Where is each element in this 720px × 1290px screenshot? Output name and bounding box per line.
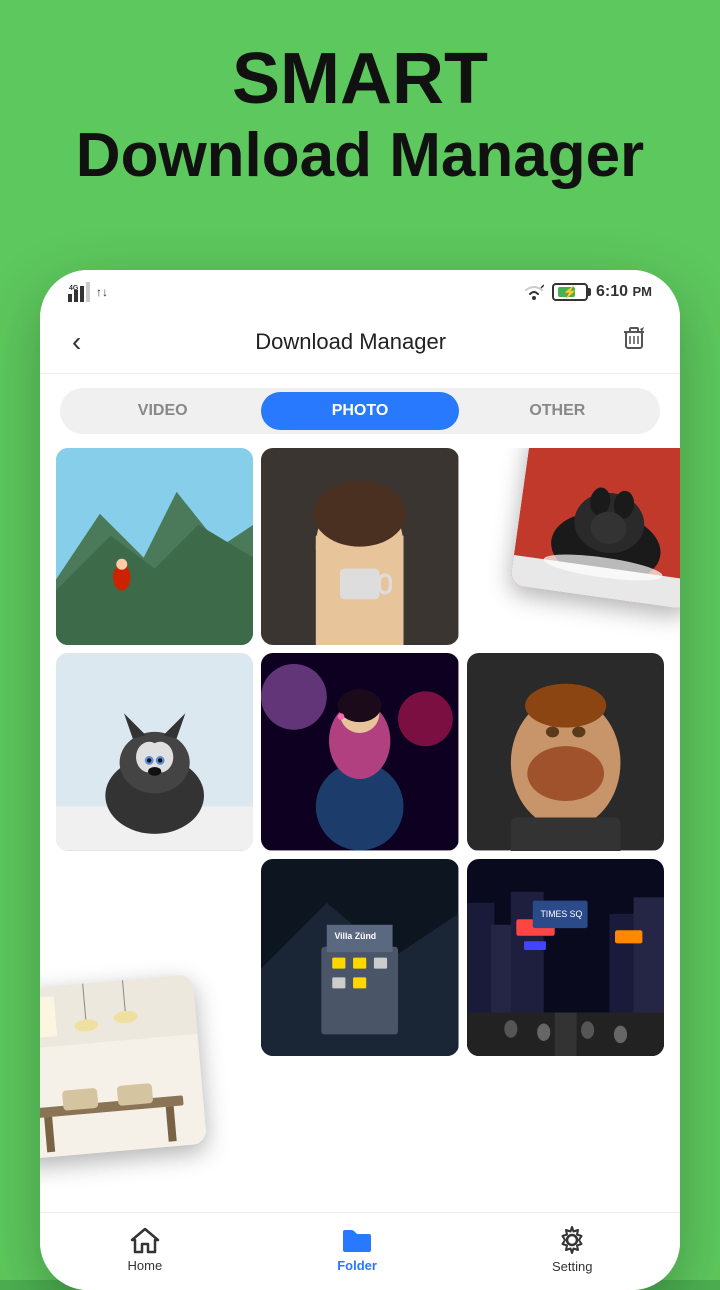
photo-grid-container: Villa Zünd [40, 448, 680, 1212]
photo-cell-girl-neon[interactable] [261, 653, 458, 850]
tab-photo[interactable]: PHOTO [261, 392, 458, 430]
back-button[interactable]: ‹ [64, 322, 89, 362]
photo-cell-portrait[interactable] [261, 448, 458, 645]
nav-setting[interactable]: Setting [552, 1225, 592, 1274]
delete-button[interactable] [612, 320, 656, 363]
hero-line2: Download Manager [0, 119, 720, 193]
status-time: 6:10 PM [596, 283, 652, 301]
status-right: ⚡ 6:10 PM [524, 283, 652, 301]
tab-other[interactable]: OTHER [459, 392, 656, 430]
photo-cell-man-beard[interactable] [467, 653, 664, 850]
hero-line1: SMART [0, 40, 720, 119]
setting-icon [557, 1225, 587, 1255]
battery-icon: ⚡ [552, 283, 588, 301]
tab-video[interactable]: VIDEO [64, 392, 261, 430]
nav-folder[interactable]: Folder [337, 1226, 377, 1273]
nav-home-label: Home [128, 1258, 163, 1273]
photo-cell-building[interactable]: Villa Zünd [261, 859, 458, 1056]
trash-icon [620, 324, 648, 352]
status-left: 4G ↑↓ [68, 282, 108, 302]
tab-bar: VIDEO PHOTO OTHER [60, 388, 660, 434]
network-badge: ↑↓ [96, 285, 108, 299]
status-bar: 4G ↑↓ ⚡ 6:10 PM [40, 270, 680, 310]
nav-setting-label: Setting [552, 1259, 592, 1274]
floating-photo-interior[interactable] [40, 974, 207, 1160]
folder-icon [341, 1226, 373, 1254]
home-icon [130, 1226, 160, 1254]
photo-cell-city[interactable]: TIMES SQ [467, 859, 664, 1056]
bottom-nav: Home Folder Setting [40, 1212, 680, 1290]
svg-text:Villa Zünd: Villa Zünd [335, 931, 377, 941]
photo-cell-mountain[interactable] [56, 448, 253, 645]
app-title: Download Manager [255, 329, 446, 355]
wifi-icon [524, 284, 544, 300]
nav-folder-label: Folder [337, 1258, 377, 1273]
floating-photo-dog[interactable] [510, 448, 680, 610]
hero-section: SMART Download Manager [0, 40, 720, 194]
nav-home[interactable]: Home [128, 1226, 163, 1273]
photo-cell-husky[interactable] [56, 653, 253, 850]
svg-text:4G: 4G [69, 285, 79, 292]
phone-mockup: 4G ↑↓ ⚡ 6:10 PM [40, 270, 680, 1290]
signal-icon: 4G [68, 282, 90, 302]
svg-text:TIMES SQ: TIMES SQ [540, 909, 582, 919]
app-header: ‹ Download Manager [40, 310, 680, 374]
